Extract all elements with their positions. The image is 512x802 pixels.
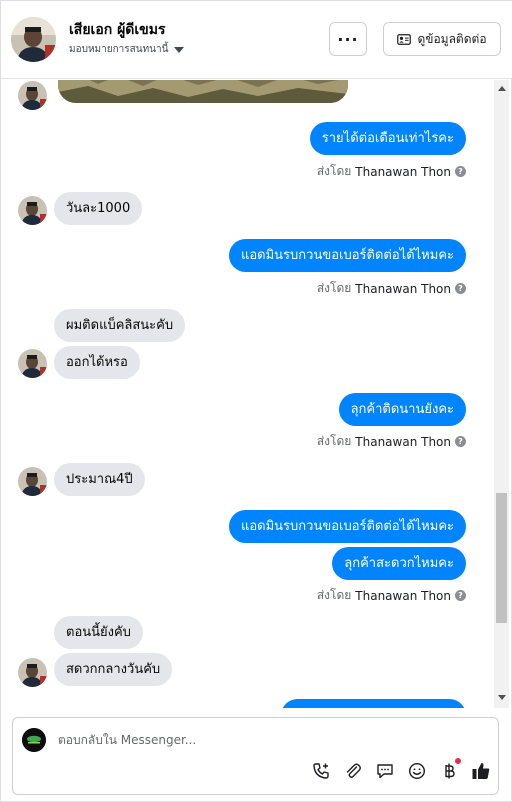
scroll-down-arrow-icon[interactable] <box>498 695 506 700</box>
incoming-message[interactable]: ตอนนี้ยังคับ <box>54 616 143 649</box>
composer-toolbar <box>305 758 497 782</box>
sent-by-prefix: ส่งโดย <box>316 164 352 178</box>
incoming-message[interactable]: ประมาณ4ปี <box>54 463 145 496</box>
attach-file-button[interactable] <box>337 760 369 782</box>
scroll-up-arrow-icon[interactable] <box>498 86 506 91</box>
incoming-message[interactable]: วันละ1000 <box>54 192 143 225</box>
attachment-icon <box>346 763 361 778</box>
image-message[interactable] <box>58 80 348 103</box>
notification-dot <box>455 758 461 764</box>
sender-name[interactable]: Thanawan Thon <box>355 165 451 179</box>
help-icon[interactable]: ? <box>455 166 466 177</box>
more-icon: ··· <box>337 29 359 49</box>
saved-reply-icon <box>377 764 393 779</box>
more-options-button[interactable]: ··· <box>329 22 367 56</box>
outgoing-message-partial[interactable] <box>281 699 466 708</box>
contact-avatar-small <box>18 349 47 378</box>
emoji-icon <box>408 762 426 780</box>
incoming-message[interactable]: ออกได้หรอ <box>54 346 140 379</box>
reply-input[interactable] <box>58 733 438 747</box>
sender-name[interactable]: Thanawan Thon <box>355 435 451 449</box>
contact-avatar-small <box>18 81 47 110</box>
sent-by-label: ส่งโดย Thanawan Thon ? <box>317 279 466 298</box>
outgoing-message[interactable]: รายได้ต่อเดือนเท่าไรคะ <box>309 122 466 155</box>
outgoing-message[interactable]: แอดมินรบกวนขอเบอร์ติดต่อได้ไหมคะ <box>228 510 466 543</box>
view-contact-label: ดูข้อมูลติดต่อ <box>417 31 487 46</box>
outgoing-message[interactable]: ลุกค้าสะดวกไหมคะ <box>332 547 466 580</box>
call-button[interactable] <box>305 760 337 782</box>
reply-composer <box>12 717 499 795</box>
contact-name[interactable]: เสียเอก ผู้ดีเขมร <box>69 19 165 41</box>
help-icon[interactable]: ? <box>455 436 466 447</box>
contact-avatar-small <box>18 196 47 225</box>
message-scrollbar[interactable] <box>494 80 509 708</box>
contact-card-icon <box>397 33 412 45</box>
page-avatar <box>22 728 46 752</box>
view-contact-button[interactable]: ดูข้อมูลติดต่อ <box>383 22 501 56</box>
incoming-message[interactable]: ผมติดแบ็คลิสนะคับ <box>54 309 186 342</box>
help-icon[interactable]: ? <box>455 283 466 294</box>
sent-by-label: ส่งโดย Thanawan Thon ? <box>317 432 466 451</box>
payment-button[interactable] <box>433 758 465 782</box>
contact-avatar[interactable] <box>11 17 56 62</box>
contact-avatar-small <box>18 658 47 687</box>
sender-name[interactable]: Thanawan Thon <box>355 589 451 603</box>
sent-by-label: ส่งโดย Thanawan Thon ? <box>317 586 466 605</box>
emoji-button[interactable] <box>401 760 433 782</box>
incoming-message[interactable]: สดวกกลางวันคับ <box>54 653 173 686</box>
sent-by-prefix: ส่งโดย <box>316 588 352 602</box>
like-button[interactable] <box>465 760 497 782</box>
message-list: รายได้ต่อเดือนเท่าไรคะ ส่งโดย Thanawan T… <box>1 80 494 708</box>
scrollbar-thumb[interactable] <box>496 493 507 623</box>
sent-by-prefix: ส่งโดย <box>316 281 352 295</box>
chat-window: เสียเอก ผู้ดีเขมร มอบหมายการสนทนานี้ ···… <box>0 0 512 802</box>
assign-label: มอบหมายการสนทนานี้ <box>69 44 169 55</box>
like-icon <box>472 763 490 779</box>
assign-conversation-dropdown[interactable]: มอบหมายการสนทนานี้ <box>69 42 185 57</box>
sent-by-prefix: ส่งโดย <box>316 434 352 448</box>
help-icon[interactable]: ? <box>455 590 466 601</box>
sent-by-label: ส่งโดย Thanawan Thon ? <box>317 162 466 181</box>
call-icon <box>313 763 329 779</box>
sender-name[interactable]: Thanawan Thon <box>355 282 451 296</box>
outgoing-message[interactable]: ลุกค้าติดนานยังคะ <box>338 393 466 426</box>
caret-down-icon <box>174 46 185 53</box>
saved-replies-button[interactable] <box>369 760 401 782</box>
contact-avatar-small <box>18 467 47 496</box>
outgoing-message[interactable]: แอดมินรบกวนขอเบอร์ติดต่อได้ไหมคะ <box>228 239 466 272</box>
conversation-header: เสียเอก ผู้ดีเขมร มอบหมายการสนทนานี้ ···… <box>1 1 512 79</box>
baht-payment-icon <box>445 763 455 779</box>
